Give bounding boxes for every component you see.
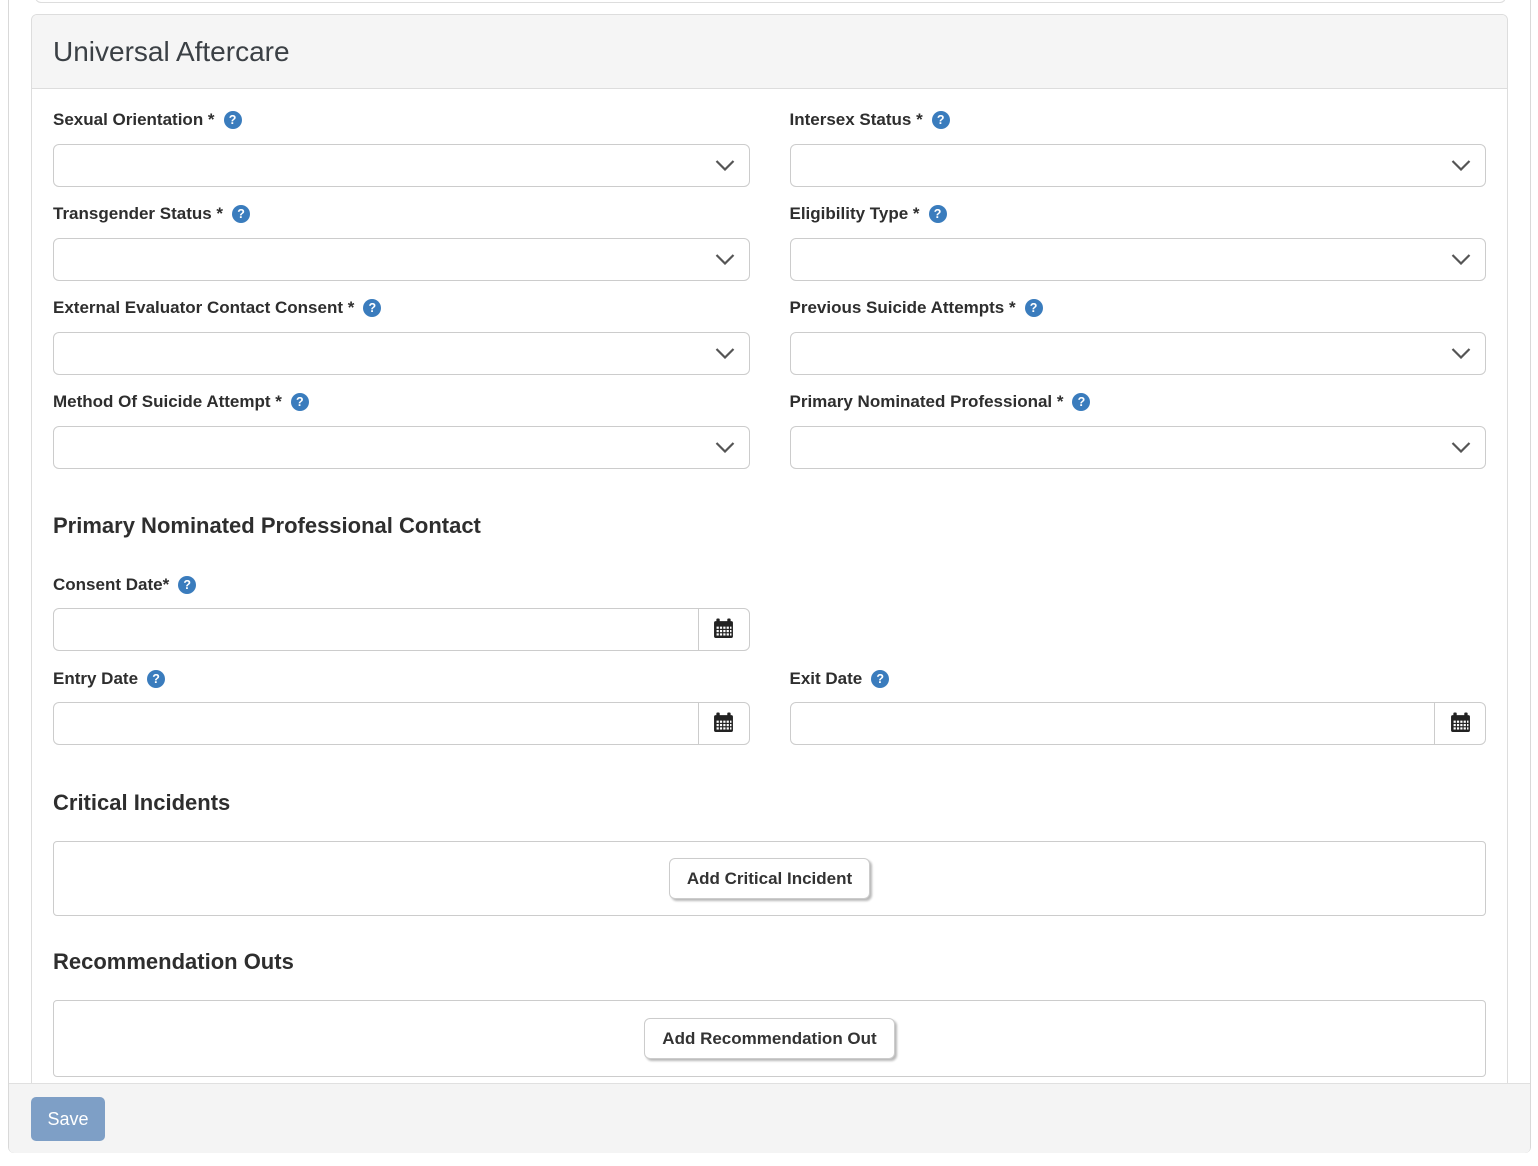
help-icon[interactable]: ? xyxy=(929,205,947,223)
field-primary-nominated-professional: Primary Nominated Professional * ? xyxy=(790,391,1487,469)
field-label: Method Of Suicide Attempt * xyxy=(53,391,282,413)
field-label: Sexual Orientation * xyxy=(53,109,215,131)
page-title: Universal Aftercare xyxy=(53,36,290,68)
help-icon[interactable]: ? xyxy=(363,299,381,317)
calendar-icon xyxy=(713,712,734,736)
form-row: Entry Date ? Exit Date ? xyxy=(53,668,1486,761)
universal-aftercare-panel: Universal Aftercare Sexual Orientation *… xyxy=(31,14,1508,1096)
chevron-down-icon xyxy=(1451,160,1471,171)
field-label: Consent Date* xyxy=(53,574,169,596)
entry-date-calendar-button[interactable] xyxy=(698,702,750,745)
field-exit-date: Exit Date ? xyxy=(790,668,1487,745)
help-icon[interactable]: ? xyxy=(232,205,250,223)
field-label: Entry Date xyxy=(53,668,138,690)
section-heading-critical-incidents: Critical Incidents xyxy=(53,790,1486,816)
add-critical-incident-button[interactable]: Add Critical Incident xyxy=(669,858,870,899)
chevron-down-icon xyxy=(715,160,735,171)
help-icon[interactable]: ? xyxy=(178,576,196,594)
form-row: External Evaluator Contact Consent * ? P… xyxy=(53,297,1486,391)
field-entry-date: Entry Date ? xyxy=(53,668,750,745)
field-label: External Evaluator Contact Consent * xyxy=(53,297,354,319)
recommendation-outs-box: Add Recommendation Out xyxy=(53,1000,1486,1077)
section-heading-primary-nominated-professional-contact: Primary Nominated Professional Contact xyxy=(53,513,1486,539)
previous-panel-edge xyxy=(35,0,1506,3)
method-of-suicide-attempt-select[interactable] xyxy=(53,426,750,469)
chevron-down-icon xyxy=(1451,442,1471,453)
chevron-down-icon xyxy=(715,442,735,453)
help-icon[interactable]: ? xyxy=(932,111,950,129)
exit-date-input[interactable] xyxy=(790,702,1436,745)
form-row: Sexual Orientation * ? Intersex Status *… xyxy=(53,109,1486,203)
consent-date-calendar-button[interactable] xyxy=(698,608,750,651)
exit-date-calendar-button[interactable] xyxy=(1434,702,1486,745)
field-label: Intersex Status * xyxy=(790,109,923,131)
page: Universal Aftercare Sexual Orientation *… xyxy=(0,0,1538,1166)
field-sexual-orientation: Sexual Orientation * ? xyxy=(53,109,750,187)
help-icon[interactable]: ? xyxy=(1072,393,1090,411)
calendar-icon xyxy=(1450,712,1471,736)
transgender-status-select[interactable] xyxy=(53,238,750,281)
field-intersex-status: Intersex Status * ? xyxy=(790,109,1487,187)
sexual-orientation-select[interactable] xyxy=(53,144,750,187)
field-eligibility-type: Eligibility Type * ? xyxy=(790,203,1487,281)
critical-incidents-box: Add Critical Incident xyxy=(53,841,1486,916)
field-method-of-suicide-attempt: Method Of Suicide Attempt * ? xyxy=(53,391,750,469)
entry-date-input[interactable] xyxy=(53,702,699,745)
calendar-icon xyxy=(713,618,734,642)
chevron-down-icon xyxy=(1451,348,1471,359)
eligibility-type-select[interactable] xyxy=(790,238,1487,281)
chevron-down-icon xyxy=(715,254,735,265)
spacer xyxy=(790,574,1487,668)
field-consent-date: Consent Date* ? xyxy=(53,574,750,651)
form-row: Method Of Suicide Attempt * ? Primary No… xyxy=(53,391,1486,485)
help-icon[interactable]: ? xyxy=(291,393,309,411)
field-previous-suicide-attempts: Previous Suicide Attempts * ? xyxy=(790,297,1487,375)
form-row: Consent Date* ? xyxy=(53,574,1486,668)
external-evaluator-contact-consent-select[interactable] xyxy=(53,332,750,375)
panel-body: Sexual Orientation * ? Intersex Status *… xyxy=(32,89,1507,1095)
add-recommendation-out-button[interactable]: Add Recommendation Out xyxy=(644,1018,894,1059)
save-button[interactable]: Save xyxy=(31,1097,105,1141)
form-footer: Save xyxy=(9,1083,1530,1153)
help-icon[interactable]: ? xyxy=(871,670,889,688)
field-label: Eligibility Type * xyxy=(790,203,920,225)
chevron-down-icon xyxy=(715,348,735,359)
field-label: Primary Nominated Professional * xyxy=(790,391,1064,413)
section-heading-recommendation-outs: Recommendation Outs xyxy=(53,949,1486,975)
chevron-down-icon xyxy=(1451,254,1471,265)
field-external-evaluator-contact-consent: External Evaluator Contact Consent * ? xyxy=(53,297,750,375)
field-label: Transgender Status * xyxy=(53,203,223,225)
panel-header: Universal Aftercare xyxy=(32,15,1507,89)
help-icon[interactable]: ? xyxy=(147,670,165,688)
primary-nominated-professional-select[interactable] xyxy=(790,426,1487,469)
consent-date-input[interactable] xyxy=(53,608,699,651)
field-label: Previous Suicide Attempts * xyxy=(790,297,1016,319)
intersex-status-select[interactable] xyxy=(790,144,1487,187)
form-row: Transgender Status * ? Eligibility Type … xyxy=(53,203,1486,297)
field-label: Exit Date xyxy=(790,668,863,690)
help-icon[interactable]: ? xyxy=(1025,299,1043,317)
field-transgender-status: Transgender Status * ? xyxy=(53,203,750,281)
help-icon[interactable]: ? xyxy=(224,111,242,129)
previous-suicide-attempts-select[interactable] xyxy=(790,332,1487,375)
